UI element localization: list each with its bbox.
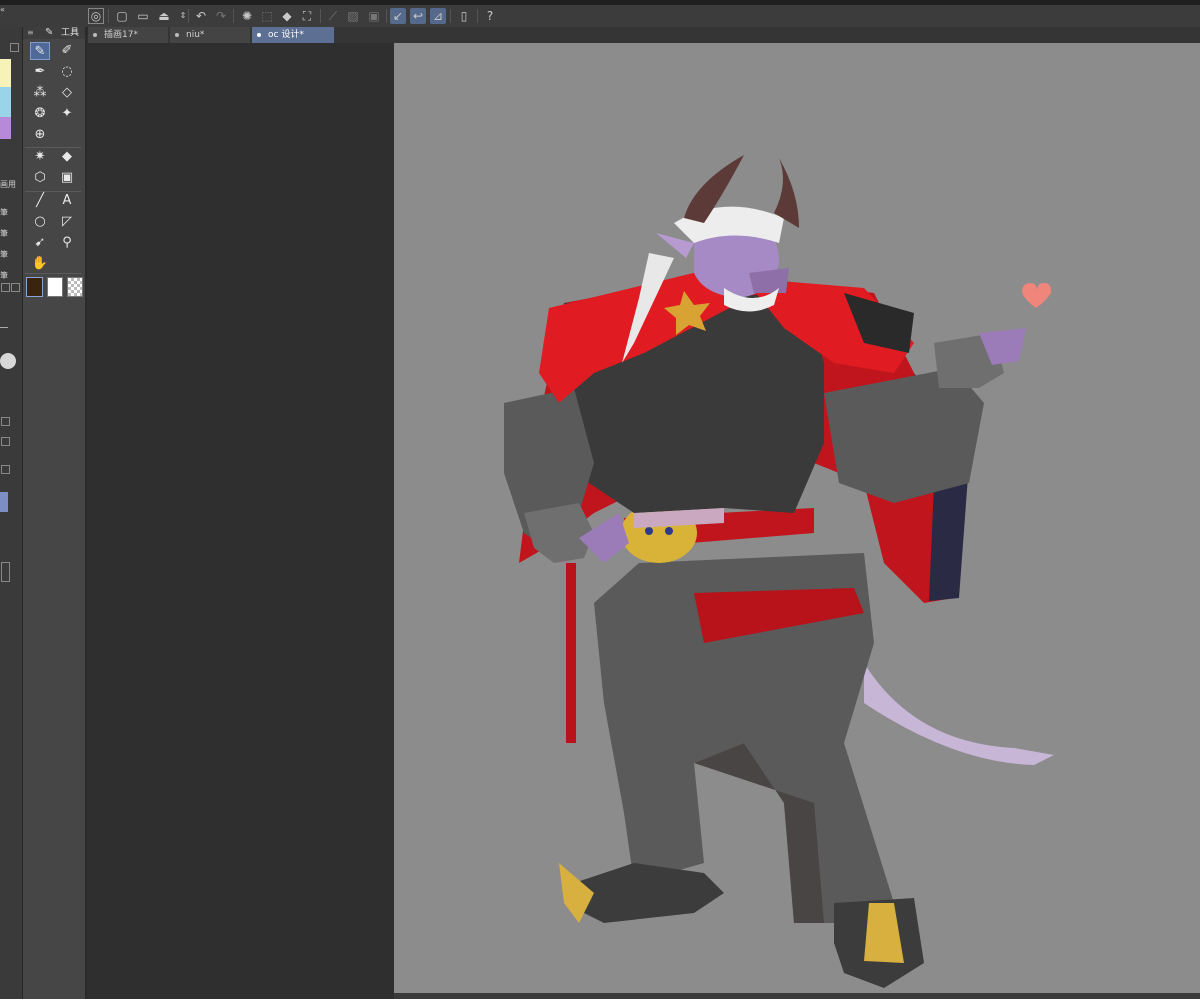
left-boot [574, 863, 724, 923]
transparent-color-swatch[interactable] [67, 277, 83, 297]
hand-tool-icon[interactable]: ✋ [30, 255, 50, 273]
panel-label: 画用 [0, 180, 16, 189]
dropdown-icon[interactable] [1, 562, 10, 582]
lock-icon[interactable] [1, 417, 10, 426]
object-select-tool-icon[interactable]: ➹ [30, 234, 50, 252]
frame-tool-icon[interactable]: ◸ [57, 213, 77, 231]
selected-property-indicator [0, 492, 8, 512]
line-tool-icon[interactable]: ╱ [30, 192, 50, 210]
marker-tool-icon[interactable]: ✒ [30, 63, 50, 81]
color-palette-strip: « 画用 筆 筆 筆 筆 [0, 5, 23, 999]
document-tab-bar: 插画17* niu* oc 设计* [88, 27, 1200, 43]
trash-icon[interactable] [11, 283, 20, 292]
decoration-tool-icon[interactable]: ✦ [57, 105, 77, 123]
toolbar-separator [386, 9, 387, 23]
save-icon[interactable]: ⏏ [156, 8, 172, 24]
text-tool-icon[interactable]: A [57, 192, 77, 210]
heart-symbol [1022, 283, 1052, 308]
collapse-icon[interactable]: « [0, 5, 5, 14]
command-bar: ◎ ▢ ▭ ⏏ ⇕ ↶ ↷ ✺ ⬚ ◆ ⛶ ⟋ ▨ ▣ ↙ ↩ ⊿ ▯ ? [0, 5, 1200, 28]
airbrush-tool-icon[interactable]: ⁂ [30, 84, 50, 102]
tab-oc-design[interactable]: oc 设计* [252, 27, 334, 43]
toolbar-separator [108, 9, 109, 23]
auto-select-tool-icon[interactable]: ✷ [30, 148, 50, 166]
buckle-eye [645, 527, 653, 535]
gradient-tool-icon[interactable]: ▣ [57, 169, 77, 187]
tool-panel: ≡ ✎ 工具 ✎ ✐ ✒ ◌ ⁂ ◇ ❂ ✦ ⊕ ✷ ◆ ⬡ ▣ ╱ A ○ ◸… [23, 27, 87, 999]
lasso-tool-icon[interactable]: ◌ [57, 63, 77, 81]
pencil-tool-icon[interactable]: ✐ [57, 42, 77, 60]
figure-tool-icon[interactable]: ⊕ [30, 126, 50, 144]
pen-tool-icon[interactable]: ✎ [30, 42, 50, 60]
sub-tool-label[interactable]: 筆 [0, 270, 8, 281]
palette-swatch-yellow[interactable] [0, 59, 11, 87]
tab-label: niu* [186, 30, 205, 40]
tool-panel-title: 工具 [61, 28, 80, 38]
redo-icon[interactable]: ↷ [213, 8, 229, 24]
loading-icon[interactable]: ✺ [239, 8, 255, 24]
tab-label: oc 设计* [268, 30, 304, 40]
fill-icon[interactable]: ◆ [279, 8, 295, 24]
eraser-tool-icon[interactable]: ◇ [57, 84, 77, 102]
sub-tool-label[interactable]: 筆 [0, 249, 8, 260]
brush-icon: ✎ [45, 27, 54, 38]
panel-menu-icon[interactable]: ≡ [27, 27, 34, 39]
unsaved-dot-icon [257, 33, 261, 37]
perspective-icon[interactable]: ⊿ [430, 8, 446, 24]
size-slider-icon[interactable] [0, 327, 8, 328]
workspace-background [87, 43, 394, 999]
toolbar-separator [450, 9, 451, 23]
canvas-bottom-bar [394, 993, 1200, 999]
3d-object-tool-icon[interactable]: ⬡ [30, 169, 50, 187]
curve-stroke-icon[interactable]: ↩ [410, 8, 426, 24]
palette-swatch-purple[interactable] [0, 117, 11, 139]
pen-stroke-icon[interactable]: ↙ [390, 8, 406, 24]
sub-tool-label[interactable]: 筆 [0, 207, 8, 218]
checkbox-icon[interactable] [1, 465, 10, 474]
character-illustration [504, 155, 1054, 988]
tab-niu[interactable]: niu* [170, 27, 250, 43]
checkbox-icon[interactable] [1, 437, 10, 446]
select-all-icon[interactable]: ⬚ [259, 8, 275, 24]
toolbar-separator [188, 9, 189, 23]
new-canvas-icon[interactable]: ▢ [114, 8, 130, 24]
unsaved-dot-icon [93, 33, 97, 37]
blend-tool-icon[interactable]: ❂ [30, 105, 50, 123]
eyedropper-tool-icon[interactable]: ⚲ [57, 234, 77, 252]
speech-balloon-tool-icon[interactable]: ○ [30, 213, 50, 231]
toolbar-separator [233, 9, 234, 23]
buckle-eye [665, 527, 673, 535]
open-file-icon[interactable]: ▭ [135, 8, 151, 24]
brush-size-preview-icon [0, 353, 16, 369]
snap-icon[interactable]: ▣ [366, 8, 382, 24]
tool-panel-header: ≡ ✎ 工具 [23, 27, 85, 39]
transform-icon[interactable]: ⛶ [299, 8, 315, 24]
ruler-icon[interactable]: ⟋ [325, 8, 341, 24]
palette-swatch-cyan[interactable] [0, 87, 11, 117]
tool-separator [25, 273, 81, 274]
palette-menu-icon[interactable] [10, 43, 19, 52]
undo-icon[interactable]: ↶ [193, 8, 209, 24]
add-icon[interactable] [1, 283, 10, 292]
unsaved-dot-icon [175, 33, 179, 37]
toolbar-separator [477, 9, 478, 23]
tail [864, 663, 1054, 765]
main-color-swatch[interactable] [26, 277, 43, 297]
grid-icon[interactable]: ▨ [345, 8, 361, 24]
toolbar-separator [320, 9, 321, 23]
drawing-canvas[interactable] [394, 43, 1200, 993]
sub-tool-label[interactable]: 筆 [0, 228, 8, 239]
fill-tool-icon[interactable]: ◆ [57, 148, 77, 166]
hanging-strap [566, 563, 576, 743]
tab-illustration-17[interactable]: 插画17* [88, 27, 168, 43]
app-menu-icon[interactable]: ◎ [88, 8, 104, 24]
device-icon[interactable]: ▯ [456, 8, 472, 24]
sub-color-swatch[interactable] [47, 277, 63, 297]
help-icon[interactable]: ? [482, 8, 498, 24]
tab-label: 插画17* [104, 30, 138, 40]
